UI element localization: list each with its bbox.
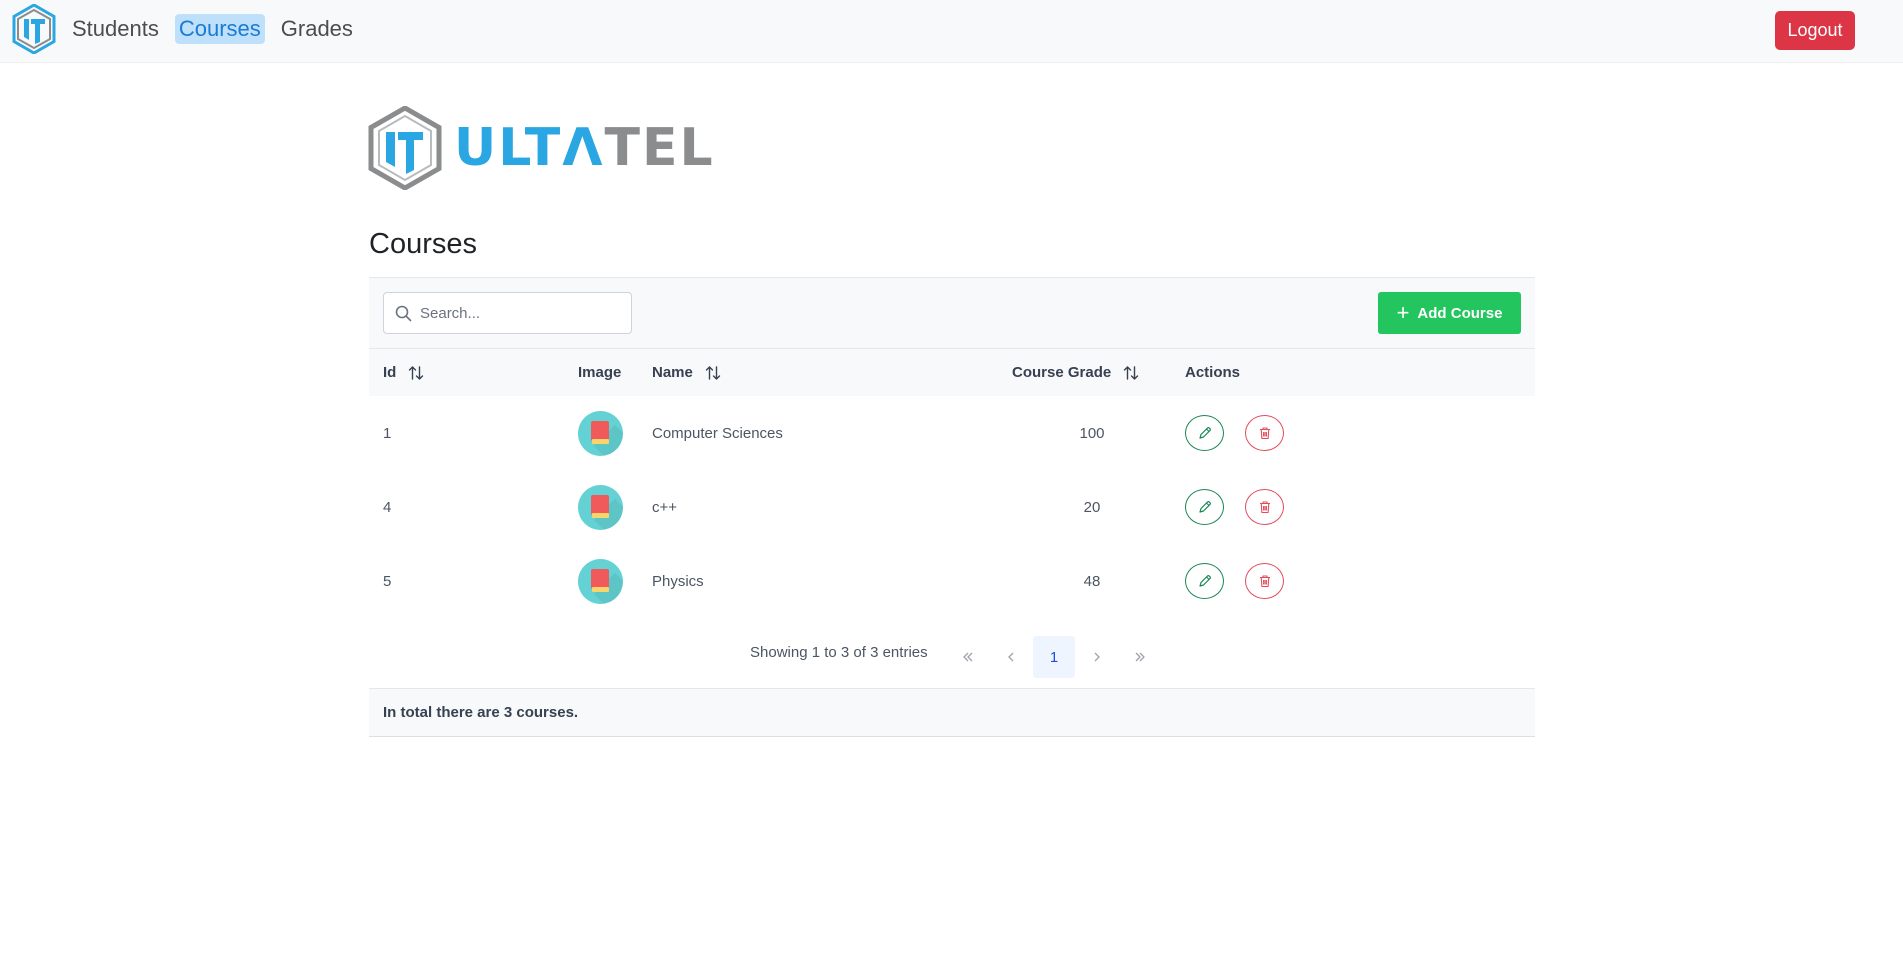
- search-icon: [395, 305, 412, 322]
- table-row: 1 Computer Sciences 100: [369, 396, 1535, 470]
- column-label-name: Name: [652, 364, 693, 381]
- brand-text-gray: TEL: [604, 118, 715, 178]
- column-label-actions: Actions: [1185, 364, 1241, 381]
- add-course-button[interactable]: + Add Course: [1378, 292, 1521, 334]
- course-book-icon: [578, 410, 623, 456]
- table-footer-summary: In total there are 3 courses.: [369, 688, 1535, 737]
- cell-image: [578, 544, 623, 618]
- column-label-id: Id: [383, 364, 397, 381]
- ultatel-logo-icon[interactable]: [12, 4, 56, 54]
- cell-grade: 20: [1083, 498, 1101, 516]
- pencil-icon: [1198, 427, 1211, 439]
- column-header-course-grade[interactable]: Course Grade: [1012, 349, 1139, 396]
- cell-grade: 48: [1083, 572, 1101, 590]
- chevron-left-icon: [1008, 652, 1014, 662]
- ultatel-logo-icon: [368, 106, 442, 190]
- logout-button[interactable]: Logout: [1775, 11, 1855, 50]
- page-title: Courses: [369, 228, 477, 260]
- cell-actions: [1185, 396, 1284, 470]
- double-chevron-right-icon: [1135, 652, 1145, 662]
- table-row: 5 Physics 48: [369, 544, 1535, 618]
- nav-students[interactable]: Students: [68, 14, 163, 44]
- search-box[interactable]: [383, 292, 632, 334]
- delete-button[interactable]: [1245, 489, 1284, 525]
- trash-icon: [1259, 427, 1270, 440]
- cell-id: 5: [383, 572, 392, 590]
- table-body: 1 Computer Sciences 100 4 c++ 20 5 Physi…: [369, 396, 1535, 618]
- first-page-button[interactable]: [947, 636, 989, 678]
- cell-name: Physics: [652, 572, 704, 590]
- column-header-image: Image: [578, 349, 621, 396]
- sort-icon[interactable]: [408, 365, 424, 381]
- table-header: Id Image Name Course Grade Actions: [369, 349, 1535, 396]
- prev-page-button[interactable]: [990, 636, 1032, 678]
- course-book-icon: [578, 484, 623, 530]
- edit-button[interactable]: [1185, 563, 1224, 599]
- sort-icon[interactable]: [705, 365, 721, 381]
- add-course-label: Add Course: [1417, 304, 1503, 322]
- brand-wordmark: ULTΛTEL: [454, 106, 715, 190]
- table-row: 4 c++ 20: [369, 470, 1535, 544]
- trash-icon: [1259, 575, 1270, 588]
- main-nav: Students Courses Grades: [68, 14, 357, 44]
- column-label-image: Image: [578, 364, 622, 381]
- double-chevron-left-icon: [963, 652, 973, 662]
- cell-image: [578, 396, 623, 470]
- courses-table-card: + Add Course Id Image Name Course Grade …: [369, 277, 1535, 737]
- column-header-id[interactable]: Id: [383, 349, 424, 396]
- last-page-button[interactable]: [1119, 636, 1161, 678]
- nav-grades[interactable]: Grades: [277, 14, 357, 44]
- cell-name: Computer Sciences: [652, 424, 783, 442]
- delete-button[interactable]: [1245, 415, 1284, 451]
- pencil-icon: [1198, 575, 1211, 587]
- cell-name: c++: [652, 498, 678, 516]
- column-header-name[interactable]: Name: [652, 349, 721, 396]
- cell-id: 1: [383, 424, 392, 442]
- page-1-button[interactable]: 1: [1033, 636, 1075, 678]
- cell-actions: [1185, 544, 1284, 618]
- pagination: Showing 1 to 3 of 3 entries 1: [369, 618, 1535, 688]
- edit-button[interactable]: [1185, 489, 1224, 525]
- edit-button[interactable]: [1185, 415, 1224, 451]
- trash-icon: [1259, 501, 1270, 514]
- cell-image: [578, 470, 623, 544]
- cell-actions: [1185, 470, 1284, 544]
- next-page-button[interactable]: [1076, 636, 1118, 678]
- brand-logo: ULTΛTEL: [368, 106, 715, 190]
- column-header-actions: Actions: [1185, 349, 1240, 396]
- plus-icon: +: [1396, 300, 1410, 325]
- course-book-icon: [578, 558, 623, 604]
- nav-courses[interactable]: Courses: [174, 14, 265, 44]
- cell-id: 4: [383, 498, 392, 516]
- pagination-info: Showing 1 to 3 of 3 entries: [750, 644, 928, 661]
- chevron-right-icon: [1094, 652, 1100, 662]
- search-input[interactable]: [420, 293, 625, 333]
- cell-grade: 100: [1079, 424, 1105, 442]
- table-toolbar: + Add Course: [369, 277, 1535, 349]
- sort-icon[interactable]: [1123, 365, 1139, 381]
- pencil-icon: [1198, 501, 1211, 513]
- brand-text-blue: ULTΛ: [454, 118, 605, 178]
- navbar: Students Courses Grades Logout: [0, 0, 1903, 63]
- column-label-course-grade: Course Grade: [1012, 364, 1112, 381]
- delete-button[interactable]: [1245, 563, 1284, 599]
